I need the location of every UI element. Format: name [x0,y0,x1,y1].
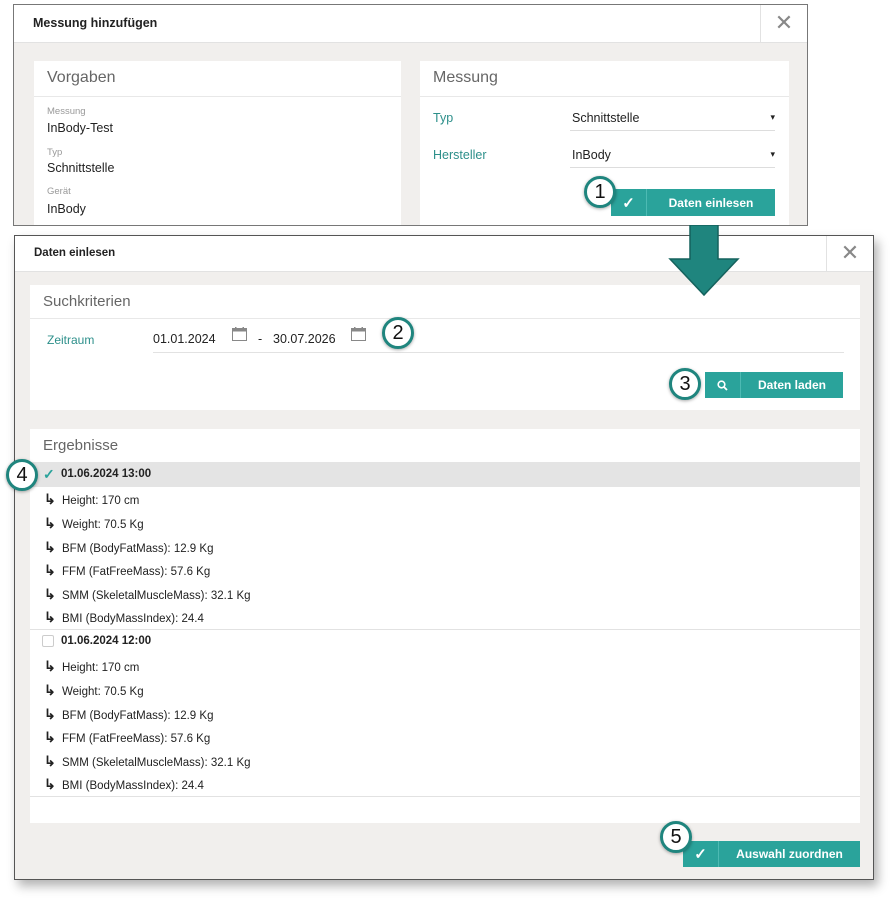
panel-suchkriterien: Suchkriterien Zeitraum 01.01.2024 - 30.0… [30,285,860,410]
date-separator: - [258,332,263,346]
check-icon: ✓ [611,189,647,216]
sub-item-arrow-icon: ↳ [44,658,56,674]
panel-title: Suchkriterien [43,293,131,310]
step-badge-1: 1 [584,176,616,208]
list-item-text: BMI (BodyMassIndex): 24.4 [62,613,204,625]
sub-item-arrow-icon: ↳ [44,609,56,625]
sub-item-arrow-icon: ↳ [44,562,56,578]
sub-item-arrow-icon: ↳ [44,539,56,555]
list-item: ↳ Height: 170 cm [44,658,139,675]
calendar-icon[interactable] [351,327,366,341]
list-item: ↳ BFM (BodyFatMass): 12.9 Kg [44,706,213,723]
button-label: Daten einlesen [668,195,754,210]
list-item: ↳ Height: 170 cm [44,491,139,508]
field-label-typ: Typ [47,147,63,158]
dialog-daten-einlesen: Daten einlesen ✕ Suchkriterien Zeitraum … [14,235,874,880]
dialog-messung-hinzufuegen: Messung hinzufügen ✕ Vorgaben Messung In… [13,4,808,226]
list-item: ↳ BMI (BodyMassIndex): 24.4 [44,609,204,626]
calendar-icon[interactable] [232,327,247,341]
sub-item-arrow-icon: ↳ [44,729,56,745]
sub-item-arrow-icon: ↳ [44,515,56,531]
panel-title: Ergebnisse [43,437,119,454]
dropdown-icon: ▾ [770,112,775,122]
typ-select-value: Schnittstelle [572,111,640,125]
list-item-text: SMM (SkeletalMuscleMass): 32.1 Kg [62,590,251,602]
field-label-messung: Messung [47,106,86,117]
panel-vorgaben: Vorgaben Messung InBody-Test Typ Schnitt… [34,61,401,225]
search-icon [705,372,741,398]
list-item-text: Weight: 70.5 Kg [62,686,144,698]
check-icon[interactable]: ✓ [43,466,55,483]
field-value-typ: Schnittstelle [47,161,115,175]
zeitraum-underline [153,352,844,353]
list-item-text: SMM (SkeletalMuscleMass): 32.1 Kg [62,757,251,769]
result-group-title: 01.06.2024 13:00 [61,468,152,480]
close-icon[interactable]: ✕ [760,5,807,42]
close-icon[interactable]: ✕ [826,236,873,271]
list-item: ↳ Weight: 70.5 Kg [44,515,144,532]
list-item: ↳ SMM (SkeletalMuscleMass): 32.1 Kg [44,586,251,603]
result-group-header[interactable]: ✓ 01.06.2024 13:00 [30,462,860,487]
sub-item-arrow-icon: ↳ [44,706,56,722]
list-item-text: Height: 170 cm [62,495,140,507]
button-label: Auswahl zuordnen [736,847,843,861]
typ-label: Typ [433,111,454,125]
list-item-text: BFM (BodyFatMass): 12.9 Kg [62,710,214,722]
dialog-header: Daten einlesen ✕ [15,236,873,272]
sub-item-arrow-icon: ↳ [44,776,56,792]
result-group-title: 01.06.2024 12:00 [61,635,152,647]
hersteller-select-value: InBody [572,148,611,162]
typ-select[interactable]: Schnittstelle ▾ [570,106,775,131]
sub-item-arrow-icon: ↳ [44,682,56,698]
divider [420,96,789,97]
divider [30,796,860,797]
result-group-header[interactable]: 01.06.2024 12:00 [30,629,860,654]
step-badge-3: 3 [669,368,701,400]
divider [30,318,860,319]
list-item: ↳ BMI (BodyMassIndex): 24.4 [44,776,204,793]
dropdown-icon: ▾ [770,149,775,159]
arrow-down-icon [668,225,740,297]
auswahl-zuordnen-button[interactable]: ✓ Auswahl zuordnen [683,841,860,867]
list-item: ↳ FFM (FatFreeMass): 57.6 Kg [44,562,210,579]
divider [34,96,401,97]
list-item: ↳ Weight: 70.5 Kg [44,682,144,699]
button-label: Daten laden [757,378,826,392]
dialog-title: Daten einlesen [34,247,116,259]
date-from-input[interactable]: 01.01.2024 [153,332,216,346]
sub-item-arrow-icon: ↳ [44,753,56,769]
list-item-text: FFM (FatFreeMass): 57.6 Kg [62,566,211,578]
list-item-text: BFM (BodyFatMass): 12.9 Kg [62,543,214,555]
list-item: ↳ FFM (FatFreeMass): 57.6 Kg [44,729,210,746]
step-badge-4: 4 [6,459,38,491]
checkbox[interactable] [42,635,54,647]
sub-item-arrow-icon: ↳ [44,586,56,602]
field-label-geraet: Gerät [47,186,71,197]
hersteller-select[interactable]: InBody ▾ [570,143,775,168]
field-value-geraet: InBody [47,202,86,216]
date-to-input[interactable]: 30.07.2026 [273,332,336,346]
list-item: ↳ BFM (BodyFatMass): 12.9 Kg [44,539,213,556]
field-value-messung: InBody-Test [47,121,114,135]
sub-item-arrow-icon: ↳ [44,491,56,507]
list-item-text: Height: 170 cm [62,662,140,674]
step-badge-2: 2 [382,317,414,349]
list-item-text: Weight: 70.5 Kg [62,519,144,531]
panel-title: Vorgaben [47,69,116,86]
dialog-title: Messung hinzufügen [33,16,158,30]
zeitraum-label: Zeitraum [47,333,95,347]
list-item: ↳ SMM (SkeletalMuscleMass): 32.1 Kg [44,753,251,770]
panel-title: Messung [433,69,498,86]
step-badge-5: 5 [660,821,692,853]
daten-einlesen-button[interactable]: ✓ Daten einlesen [611,189,775,216]
list-item-text: FFM (FatFreeMass): 57.6 Kg [62,733,211,745]
list-item-text: BMI (BodyMassIndex): 24.4 [62,780,204,792]
daten-laden-button[interactable]: Daten laden [705,372,843,398]
hersteller-label: Hersteller [433,148,487,162]
dialog-header: Messung hinzufügen ✕ [14,5,807,43]
panel-ergebnisse: Ergebnisse ✓ 01.06.2024 13:00 ↳ Height: 1… [30,429,860,823]
